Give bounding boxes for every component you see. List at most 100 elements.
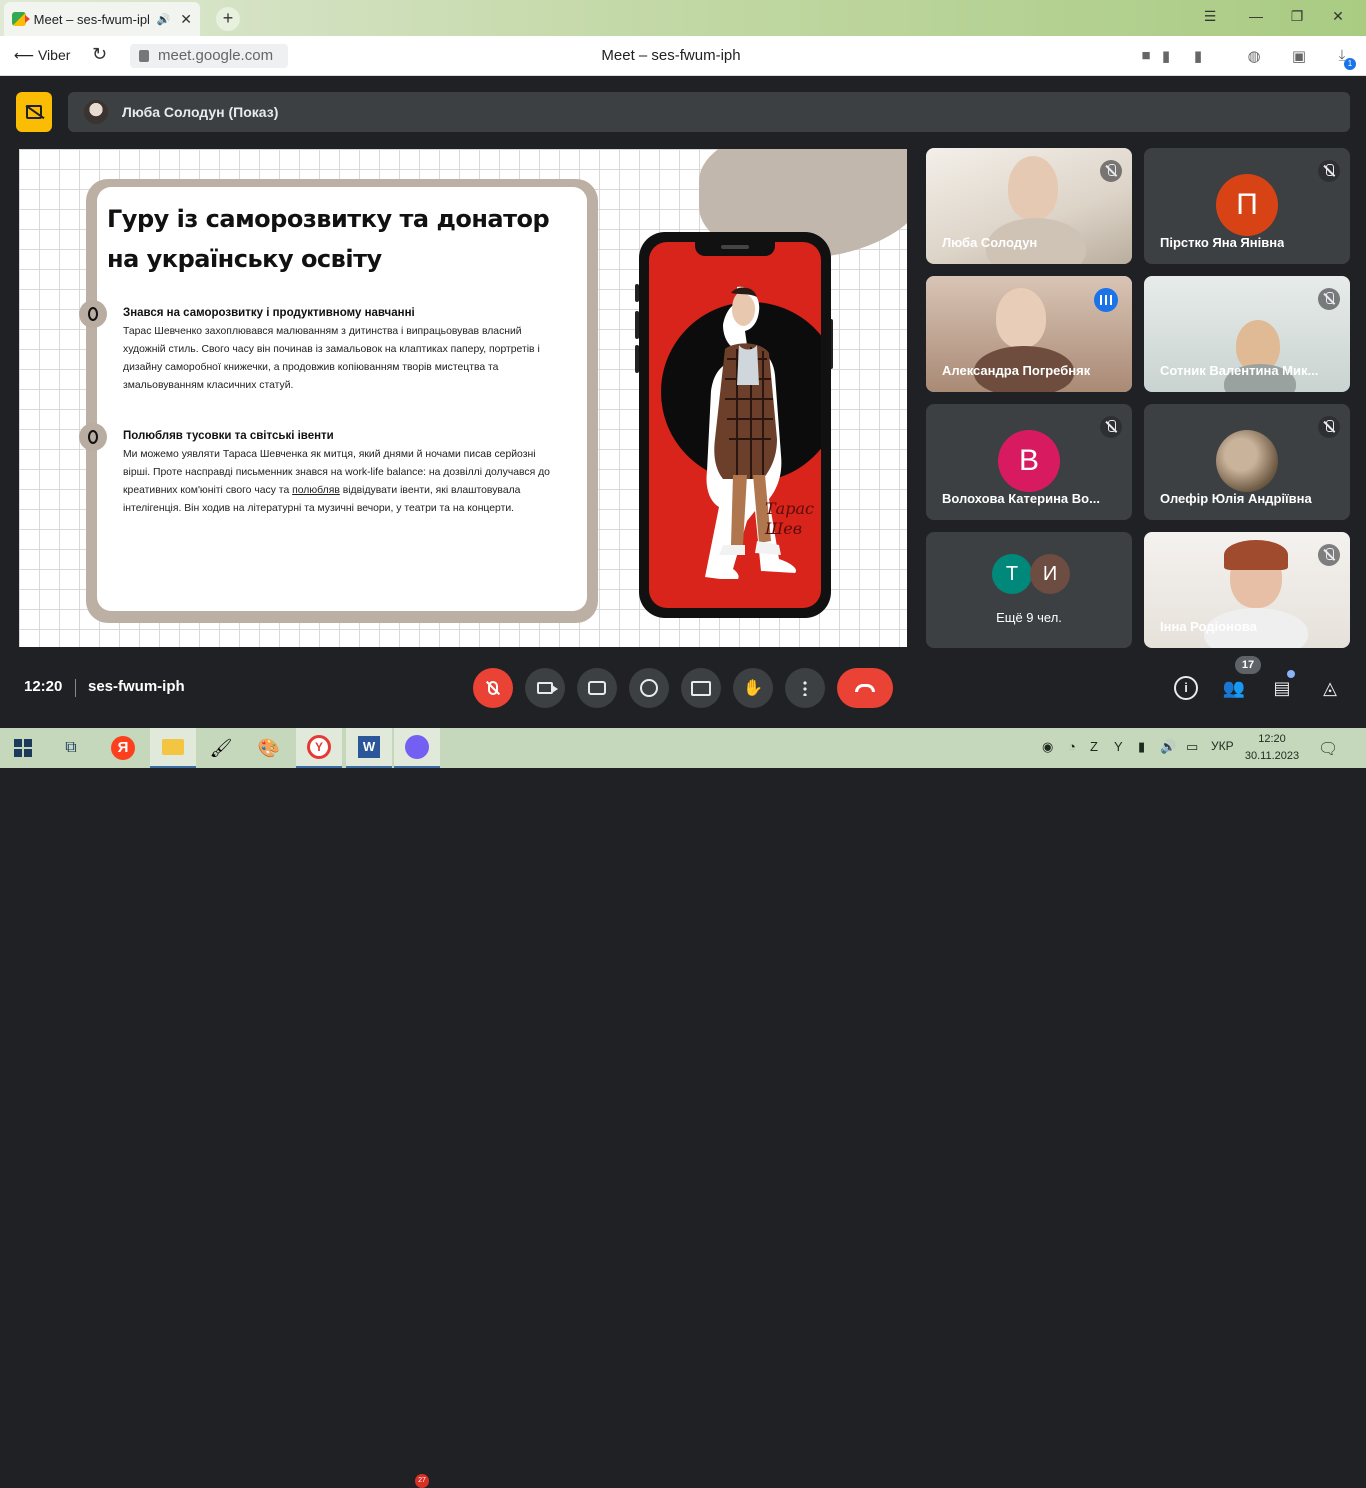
new-tab-button[interactable]: + xyxy=(216,7,240,31)
participant-photo-avatar xyxy=(1216,430,1278,492)
meet-favicon-icon xyxy=(12,12,30,26)
mic-tray-icon[interactable]: ▮ xyxy=(1138,739,1145,755)
camera-permission-icon[interactable]: ■ xyxy=(1136,47,1156,64)
system-date: 30.11.2023 xyxy=(1244,750,1300,762)
restore-icon[interactable]: ❐ xyxy=(1287,8,1307,25)
signature-line: Тарас xyxy=(765,499,814,518)
muted-mic-icon xyxy=(1318,544,1340,566)
language-indicator[interactable]: УКР xyxy=(1211,739,1234,753)
people-count-badge: 17 xyxy=(1235,656,1261,674)
keyboard-icon[interactable]: ▭ xyxy=(1186,739,1198,755)
viber-taskbar-item[interactable] xyxy=(394,728,440,768)
people-button[interactable]: 👥 xyxy=(1222,676,1246,700)
participant-name: Александра Погребняк xyxy=(942,363,1091,378)
present-screen-icon xyxy=(691,680,711,696)
participant-tile-active[interactable]: Александра Погребняк xyxy=(926,276,1132,392)
back-button[interactable]: ⟵ Viber xyxy=(14,47,70,64)
participant-face xyxy=(1008,156,1058,220)
reload-icon[interactable]: ↻ xyxy=(92,44,107,65)
task-view-icon: ⧉ xyxy=(65,739,77,756)
mic-permission-icon[interactable]: ▮ xyxy=(1156,47,1176,65)
mic-off-icon xyxy=(488,681,498,695)
bullet-icon xyxy=(79,300,107,328)
participant-tile[interactable]: Олефір Юлія Андріївна xyxy=(1144,404,1350,520)
windows-logo-icon xyxy=(14,739,32,757)
participant-avatar: В xyxy=(998,430,1060,492)
hang-up-icon xyxy=(855,684,875,692)
yandex-icon: Я xyxy=(111,736,135,760)
yandex-browser-taskbar-item[interactable]: Y xyxy=(296,728,342,768)
mic-toggle-button[interactable] xyxy=(473,668,513,708)
emoji-icon xyxy=(640,679,658,697)
reactions-button[interactable] xyxy=(629,668,669,708)
phone-speaker xyxy=(721,245,749,249)
back-label: Viber xyxy=(37,47,71,63)
chat-notification-dot xyxy=(1287,670,1295,678)
back-arrow-icon: ⟵ xyxy=(14,47,35,63)
participant-face xyxy=(996,288,1046,348)
close-window-icon[interactable]: ✕ xyxy=(1328,8,1348,25)
info-icon: i xyxy=(1184,680,1188,695)
section-2-underlined: полюбляв xyxy=(292,485,340,496)
chat-button[interactable]: ▤ xyxy=(1270,676,1294,700)
section-1-text: Тарас Шевченко захоплювався малюванням з… xyxy=(123,326,540,391)
browser-tab[interactable]: Meet – ses-fwum-iph 🔊 ✕ xyxy=(4,2,200,36)
muted-mic-icon xyxy=(1100,160,1122,182)
meet-area: Люба Солодун (Показ) Гуру із саморозвитк… xyxy=(0,76,1366,728)
minimize-icon[interactable]: — xyxy=(1246,8,1266,24)
viber-icon xyxy=(405,735,429,759)
stop-presenting-button[interactable] xyxy=(16,92,52,132)
muted-mic-icon xyxy=(1318,288,1340,310)
activities-button[interactable]: ◬ xyxy=(1318,676,1342,700)
signature-line: Шев xyxy=(765,519,803,538)
participant-tile[interactable]: Інна Родіонова xyxy=(1144,532,1350,648)
zoom-tray-icon[interactable]: Z xyxy=(1090,739,1098,754)
participant-name: Інна Родіонова xyxy=(1160,619,1257,634)
leave-call-button[interactable] xyxy=(837,668,893,708)
app-taskbar-item[interactable]: 🖌 xyxy=(198,728,244,768)
speaker-icon[interactable]: 🔊 xyxy=(157,13,171,26)
more-participants-tile[interactable]: Т И Ещё 9 чел. xyxy=(926,532,1132,648)
activities-icon: ◬ xyxy=(1323,678,1337,698)
globe-icon[interactable]: ◍ xyxy=(1244,47,1264,65)
volume-icon[interactable]: 🔊 xyxy=(1160,739,1176,755)
notifications-icon[interactable]: 🗨 xyxy=(1318,739,1338,759)
section-2-heading: Полюбляв тусовки та світські івенти xyxy=(123,430,334,442)
captions-button[interactable] xyxy=(577,668,617,708)
yandex-tray-icon[interactable]: Y xyxy=(1114,739,1123,754)
present-button[interactable] xyxy=(681,668,721,708)
bookmark-icon[interactable]: ▮ xyxy=(1188,47,1208,65)
url-field[interactable]: meet.google.com xyxy=(130,44,288,68)
viber-tray-icon[interactable]: ◉ xyxy=(1042,739,1053,755)
task-view-button[interactable]: ⧉ xyxy=(48,728,94,768)
palette-icon: 🎨 xyxy=(257,737,281,758)
viber-badge: 27 xyxy=(415,1474,429,1488)
participant-tile[interactable]: Сотник Валентина Мик... xyxy=(1144,276,1350,392)
signature-text: Тарас Шев xyxy=(765,499,814,539)
url-text: meet.google.com xyxy=(158,47,274,64)
extensions-icon[interactable]: ▣ xyxy=(1289,47,1309,65)
camera-toggle-button[interactable] xyxy=(525,668,565,708)
participant-name: Олефір Юлія Андріївна xyxy=(1160,491,1312,506)
system-clock[interactable]: 12:20 30.11.2023 xyxy=(1244,731,1300,765)
muted-mic-icon xyxy=(1100,416,1122,438)
close-tab-icon[interactable]: ✕ xyxy=(180,11,192,28)
participant-tile[interactable]: П Пірстко Яна Янівна xyxy=(1144,148,1350,264)
file-explorer-taskbar-item[interactable] xyxy=(150,728,196,768)
meeting-time: 12:20 xyxy=(24,678,63,695)
participant-hair xyxy=(1224,540,1288,570)
participant-tile[interactable]: В Волохова Катерина Во... xyxy=(926,404,1132,520)
network-icon[interactable]: ◔ xyxy=(1068,739,1076,754)
participant-tile[interactable]: Люба Солодун xyxy=(926,148,1132,264)
start-button[interactable] xyxy=(0,728,46,768)
menu-icon[interactable]: ☰ xyxy=(1200,8,1220,25)
more-participants-label: Ещё 9 чел. xyxy=(996,610,1062,625)
word-taskbar-item[interactable]: W xyxy=(346,728,392,768)
chat-icon: ▤ xyxy=(1273,678,1291,698)
more-options-button[interactable] xyxy=(785,668,825,708)
meeting-info-button[interactable]: i xyxy=(1174,676,1198,700)
paint-taskbar-item[interactable]: 🎨 xyxy=(246,728,292,768)
raise-hand-button[interactable]: ✋ xyxy=(733,668,773,708)
yandex-taskbar-item[interactable]: Я xyxy=(100,728,146,768)
folder-icon xyxy=(162,739,184,755)
